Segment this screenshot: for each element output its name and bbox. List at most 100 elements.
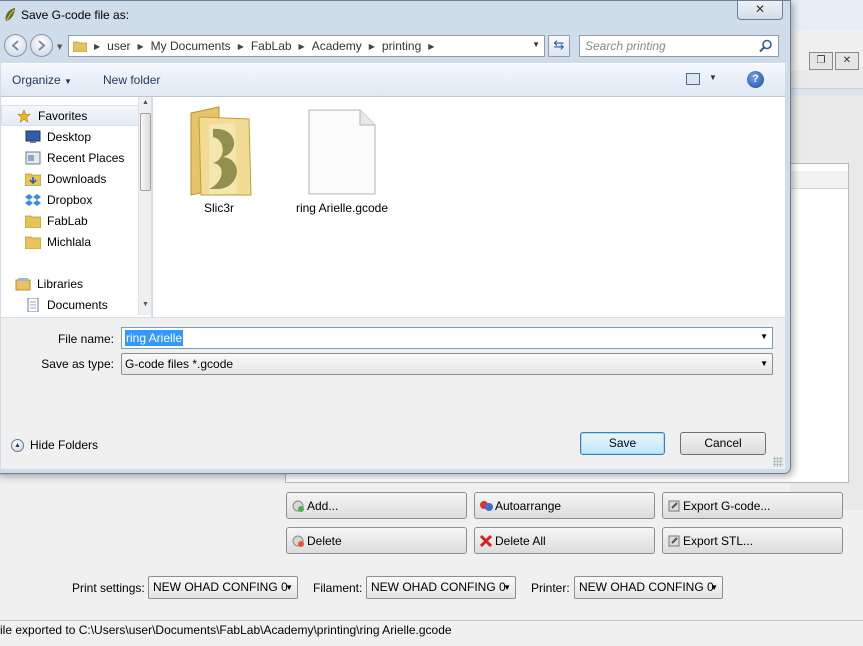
command-bar: Organize ▼ New folder ▼ ?: [1, 63, 785, 97]
cancel-button[interactable]: Cancel: [680, 432, 766, 455]
chevron-down-icon: ▼: [285, 583, 293, 592]
save-file-dialog: Save G-code file as: ✕ ▼ ▶ user ▶ My Doc…: [0, 0, 791, 474]
scroll-down-icon[interactable]: ▼: [142, 301, 149, 308]
autoarrange-label: Autoarrange: [495, 498, 562, 513]
chevron-up-icon: ▲: [11, 438, 24, 452]
dialog-close-button[interactable]: ✕: [737, 1, 783, 20]
printer-value: NEW OHAD CONFING 0: [579, 580, 714, 594]
export-stl-icon: [667, 534, 681, 548]
slic3r-icon: [5, 8, 15, 21]
chevron-down-icon: ▼: [503, 583, 511, 592]
delete-all-button[interactable]: Delete All: [474, 527, 655, 554]
forward-button[interactable]: [30, 34, 53, 57]
sidebar-item-label: Recent Places: [47, 150, 125, 165]
sidebar-item-dropbox[interactable]: Dropbox: [25, 189, 92, 210]
search-input[interactable]: [580, 36, 758, 56]
file-item-gcode[interactable]: ring Arielle.gcode: [292, 97, 392, 219]
organize-button[interactable]: Organize ▼: [12, 73, 72, 87]
sidebar-item-downloads[interactable]: Downloads: [25, 168, 106, 189]
change-view-icon[interactable]: [686, 73, 700, 85]
search-box[interactable]: [579, 35, 779, 57]
chevron-down-icon[interactable]: ▼: [760, 332, 768, 341]
chevron-down-icon: ▼: [710, 583, 718, 592]
sidebar-item-libraries[interactable]: Libraries: [15, 273, 83, 294]
search-icon[interactable]: [759, 39, 773, 53]
delete-all-label: Delete All: [495, 533, 546, 548]
chevron-down-icon: ▼: [760, 359, 768, 368]
export-gcode-button[interactable]: Export G-code...: [662, 492, 843, 519]
hide-folders-label: Hide Folders: [30, 438, 99, 452]
file-name-label: File name:: [57, 332, 114, 346]
filament-select[interactable]: NEW OHAD CONFING 0 ▼: [366, 576, 516, 599]
file-name-value: ring Arielle: [125, 330, 184, 346]
hide-folders-button[interactable]: ▲ Hide Folders: [11, 438, 98, 452]
breadcrumb-my-documents[interactable]: My Documents: [151, 39, 231, 53]
back-button[interactable]: [4, 34, 27, 57]
printer-select[interactable]: NEW OHAD CONFING 0 ▼: [574, 576, 723, 599]
restore-button[interactable]: ❐: [809, 52, 833, 70]
folder-icon: [25, 215, 41, 228]
printer-label: Printer:: [531, 581, 570, 595]
chevron-down-icon: ▼: [64, 77, 72, 86]
star-icon: [17, 108, 31, 123]
dialog-title: Save G-code file as:: [21, 8, 130, 22]
new-folder-button[interactable]: New folder: [103, 73, 160, 87]
scroll-up-icon[interactable]: ▲: [142, 99, 149, 106]
export-gcode-label: Export G-code...: [683, 498, 771, 513]
recent-locations-chevron-icon[interactable]: ▼: [57, 43, 62, 51]
resize-grip-icon[interactable]: [773, 457, 783, 467]
breadcrumb-separator-icon: ▶: [298, 41, 305, 51]
sidebar-item-favorites[interactable]: Favorites: [1, 105, 139, 126]
save-button[interactable]: Save: [580, 432, 665, 455]
save-form: File name: ring Arielle ▼ Save as type: …: [1, 317, 785, 469]
breadcrumb-user[interactable]: user: [107, 39, 130, 53]
sidebar-item-fablab[interactable]: FabLab: [25, 210, 88, 231]
breadcrumb-separator-icon: ▶: [368, 41, 375, 51]
breadcrumb-separator-icon: ▶: [137, 41, 144, 51]
refresh-button[interactable]: ⇆: [548, 35, 570, 57]
dialog-titlebar: Save G-code file as: ✕: [0, 1, 790, 31]
sidebar-item-desktop[interactable]: Desktop: [25, 126, 91, 147]
add-label: Add...: [307, 498, 339, 513]
folder-icon: [25, 236, 41, 249]
add-icon: [291, 499, 305, 513]
close-button[interactable]: ✕: [835, 52, 859, 70]
save-as-type-select[interactable]: G-code files *.gcode ▼: [121, 353, 773, 375]
view-options-chevron-icon[interactable]: ▼: [709, 73, 717, 82]
address-bar[interactable]: ▶ user ▶ My Documents ▶ FabLab ▶ Academy…: [68, 35, 545, 57]
delete-icon: [291, 534, 305, 548]
breadcrumb-fablab[interactable]: FabLab: [251, 39, 292, 53]
sidebar-item-label: Documents: [47, 297, 108, 312]
help-icon[interactable]: ?: [747, 71, 764, 88]
dropbox-icon: [25, 193, 41, 206]
scroll-thumb[interactable]: [140, 113, 151, 191]
breadcrumb-academy[interactable]: Academy: [312, 39, 362, 53]
add-button[interactable]: Add...: [286, 492, 467, 519]
sidebar-item-recent-places[interactable]: Recent Places: [25, 147, 124, 168]
delete-label: Delete: [307, 533, 342, 548]
sidebar-item-documents[interactable]: Documents: [25, 294, 108, 315]
sidebar-item-label: FabLab: [47, 213, 88, 228]
file-list-pane: Slic3r ring Arielle.gcode: [153, 97, 785, 317]
autoarrange-button[interactable]: Autoarrange: [474, 492, 655, 519]
export-stl-button[interactable]: Export STL...: [662, 527, 843, 554]
sidebar-item-label: Michlala: [47, 234, 92, 249]
nav-scrollbar[interactable]: ▲ ▼: [138, 97, 151, 315]
sidebar-item-label: Favorites: [38, 108, 88, 123]
navigation-pane: Favorites Desktop Recent Places Download…: [1, 97, 152, 317]
delete-button[interactable]: Delete: [286, 527, 467, 554]
print-settings-value: NEW OHAD CONFING 0: [153, 580, 288, 594]
sidebar-item-label: Downloads: [47, 171, 107, 186]
back-arrow-icon: [11, 40, 19, 51]
file-item-label: ring Arielle.gcode: [295, 201, 389, 215]
forward-arrow-icon: [38, 40, 46, 51]
sidebar-item-michlala[interactable]: Michlala: [25, 231, 91, 252]
file-item-folder[interactable]: Slic3r: [169, 97, 269, 219]
save-as-type-value: G-code files *.gcode: [125, 357, 234, 371]
breadcrumb-separator-icon: ▶: [94, 41, 101, 51]
breadcrumb-printing[interactable]: printing: [382, 39, 421, 53]
address-dropdown-icon[interactable]: ▼: [532, 40, 540, 49]
export-stl-label: Export STL...: [683, 533, 754, 548]
print-settings-select[interactable]: NEW OHAD CONFING 0 ▼: [148, 576, 298, 599]
file-name-input[interactable]: ring Arielle ▼: [121, 327, 773, 349]
